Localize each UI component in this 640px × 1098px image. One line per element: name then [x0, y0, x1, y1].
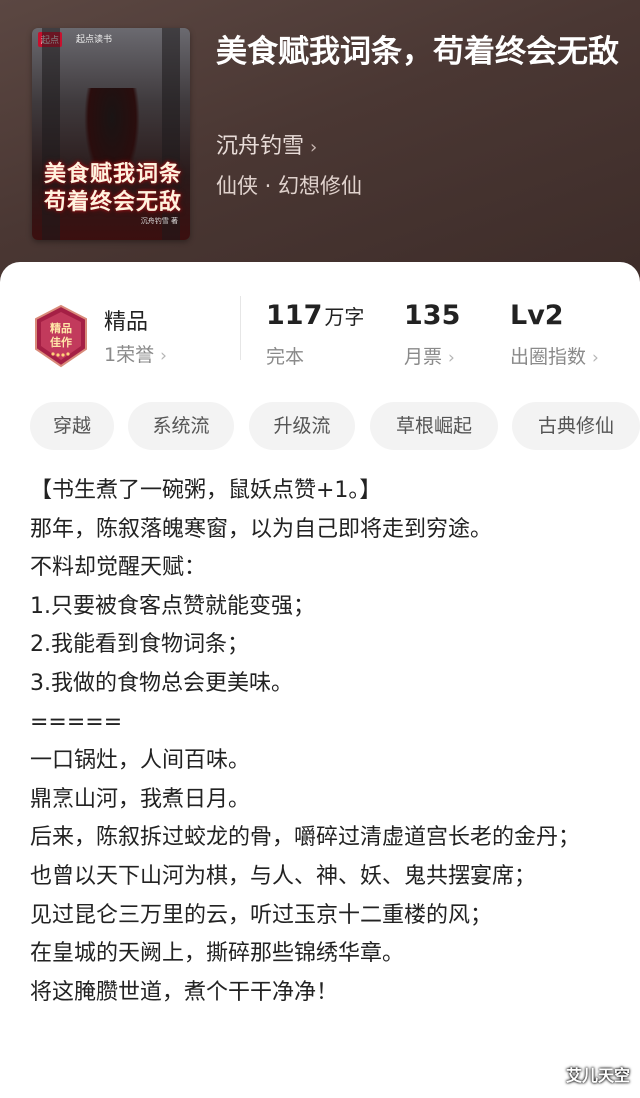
svg-text:精品: 精品 — [50, 321, 72, 335]
book-cover-image[interactable]: 起点 起点读书 美食赋我词条 苟着终会无敌 沉舟钓雪 著 — [32, 28, 190, 240]
popularity-index-link[interactable]: 出圈指数 › — [510, 342, 599, 369]
book-info-card: 精品 佳作 精品 1荣誉 › 117 万字 完本 135 月票 › Lv2 出圈指数 ›… — [0, 262, 640, 1098]
word-count-unit: 万字 — [324, 305, 365, 329]
description-line: 一口锅灶，人间百味。 — [30, 748, 251, 774]
premium-badge-icon[interactable]: 精品 佳作 — [32, 304, 90, 368]
tag-chip[interactable]: 穿越 — [30, 402, 114, 450]
premium-label: 精品 — [104, 310, 149, 335]
word-count-value: 117 — [266, 300, 323, 331]
description-line: 1.只要被食客点赞就能变强； — [30, 593, 315, 619]
description-line: 那年，陈叙落魄寒窗，以为自己即将走到穷途。 — [30, 516, 493, 542]
popularity-level: Lv2 — [510, 300, 564, 331]
monthly-ticket-link[interactable]: 月票 › — [404, 342, 455, 369]
book-genre: 仙侠 · 幻想修仙 — [216, 174, 363, 198]
completion-status: 完本 — [266, 346, 305, 368]
tag-chip[interactable]: 升级流 — [249, 402, 355, 450]
description-line: 鼎烹山河，我煮日月。 — [30, 786, 251, 812]
cover-title: 美食赋我词条 苟着终会无敌 — [40, 160, 186, 216]
monthly-ticket-label: 月票 — [404, 346, 443, 368]
tag-chip[interactable]: 系统流 — [128, 402, 234, 450]
chevron-right-icon: › — [592, 348, 599, 368]
cover-title-line1: 美食赋我词条 — [43, 161, 182, 187]
cover-brand-text: 起点读书 — [76, 35, 113, 45]
description-line: 不料却觉醒天赋： — [30, 555, 207, 581]
book-title: 美食赋我词条，苟着终会无敌 — [216, 34, 619, 70]
word-count: 117 万字 — [266, 300, 364, 331]
monthly-ticket-count: 135 — [404, 300, 461, 331]
description-line: 将这腌臜世道，煮个干干净净！ — [30, 979, 339, 1005]
chevron-right-icon: › — [448, 348, 455, 368]
book-header: 起点 起点读书 美食赋我词条 苟着终会无敌 沉舟钓雪 著 美食赋我词条，苟着终会… — [0, 0, 640, 290]
description-line: 见过昆仑三万里的云，听过玉京十二重楼的风； — [30, 902, 493, 928]
chevron-right-icon: › — [310, 137, 318, 158]
description-line: 在皇城的天阙上，撕碎那些锦绣华章。 — [30, 941, 405, 967]
popularity-index-label: 出圈指数 — [510, 346, 587, 368]
tag-chip[interactable]: 古典修仙 — [512, 402, 640, 450]
watermark: 艾儿天空 — [565, 1066, 630, 1085]
author-name: 沉舟钓雪 — [216, 134, 305, 159]
honor-link[interactable]: 1荣誉 › — [104, 340, 167, 367]
author-link[interactable]: 沉舟钓雪 › — [216, 128, 317, 160]
description-line: 后来，陈叙拆过蛟龙的骨，嚼碎过清虚道宫长老的金丹； — [30, 825, 581, 851]
tag-chip[interactable]: 草根崛起 — [370, 402, 498, 450]
cover-author: 沉舟钓雪 著 — [140, 217, 178, 225]
description-line: ===== — [30, 709, 123, 735]
honor-count: 1荣誉 — [104, 344, 155, 366]
stats-divider — [240, 296, 241, 360]
description-line: 也曾以天下山河为棋，与人、神、妖、鬼共摆宴席； — [30, 863, 537, 889]
chevron-right-icon: › — [160, 346, 167, 366]
cover-title-line2: 苟着终会无敌 — [43, 189, 182, 215]
description-line: 2.我能看到食物词条； — [30, 632, 249, 658]
book-description: 【书生煮了一碗粥，鼠妖点赞+1。】 那年，陈叙落魄寒窗，以为自己即将走到穷途。 … — [30, 472, 620, 1012]
tag-list: 穿越 系统流 升级流 草根崛起 古典修仙 — [30, 402, 640, 452]
description-line: 3.我做的食物总会更美味。 — [30, 670, 293, 696]
description-line: 【书生煮了一碗粥，鼠妖点赞+1。】 — [30, 478, 382, 503]
svg-text:佳作: 佳作 — [50, 335, 72, 349]
